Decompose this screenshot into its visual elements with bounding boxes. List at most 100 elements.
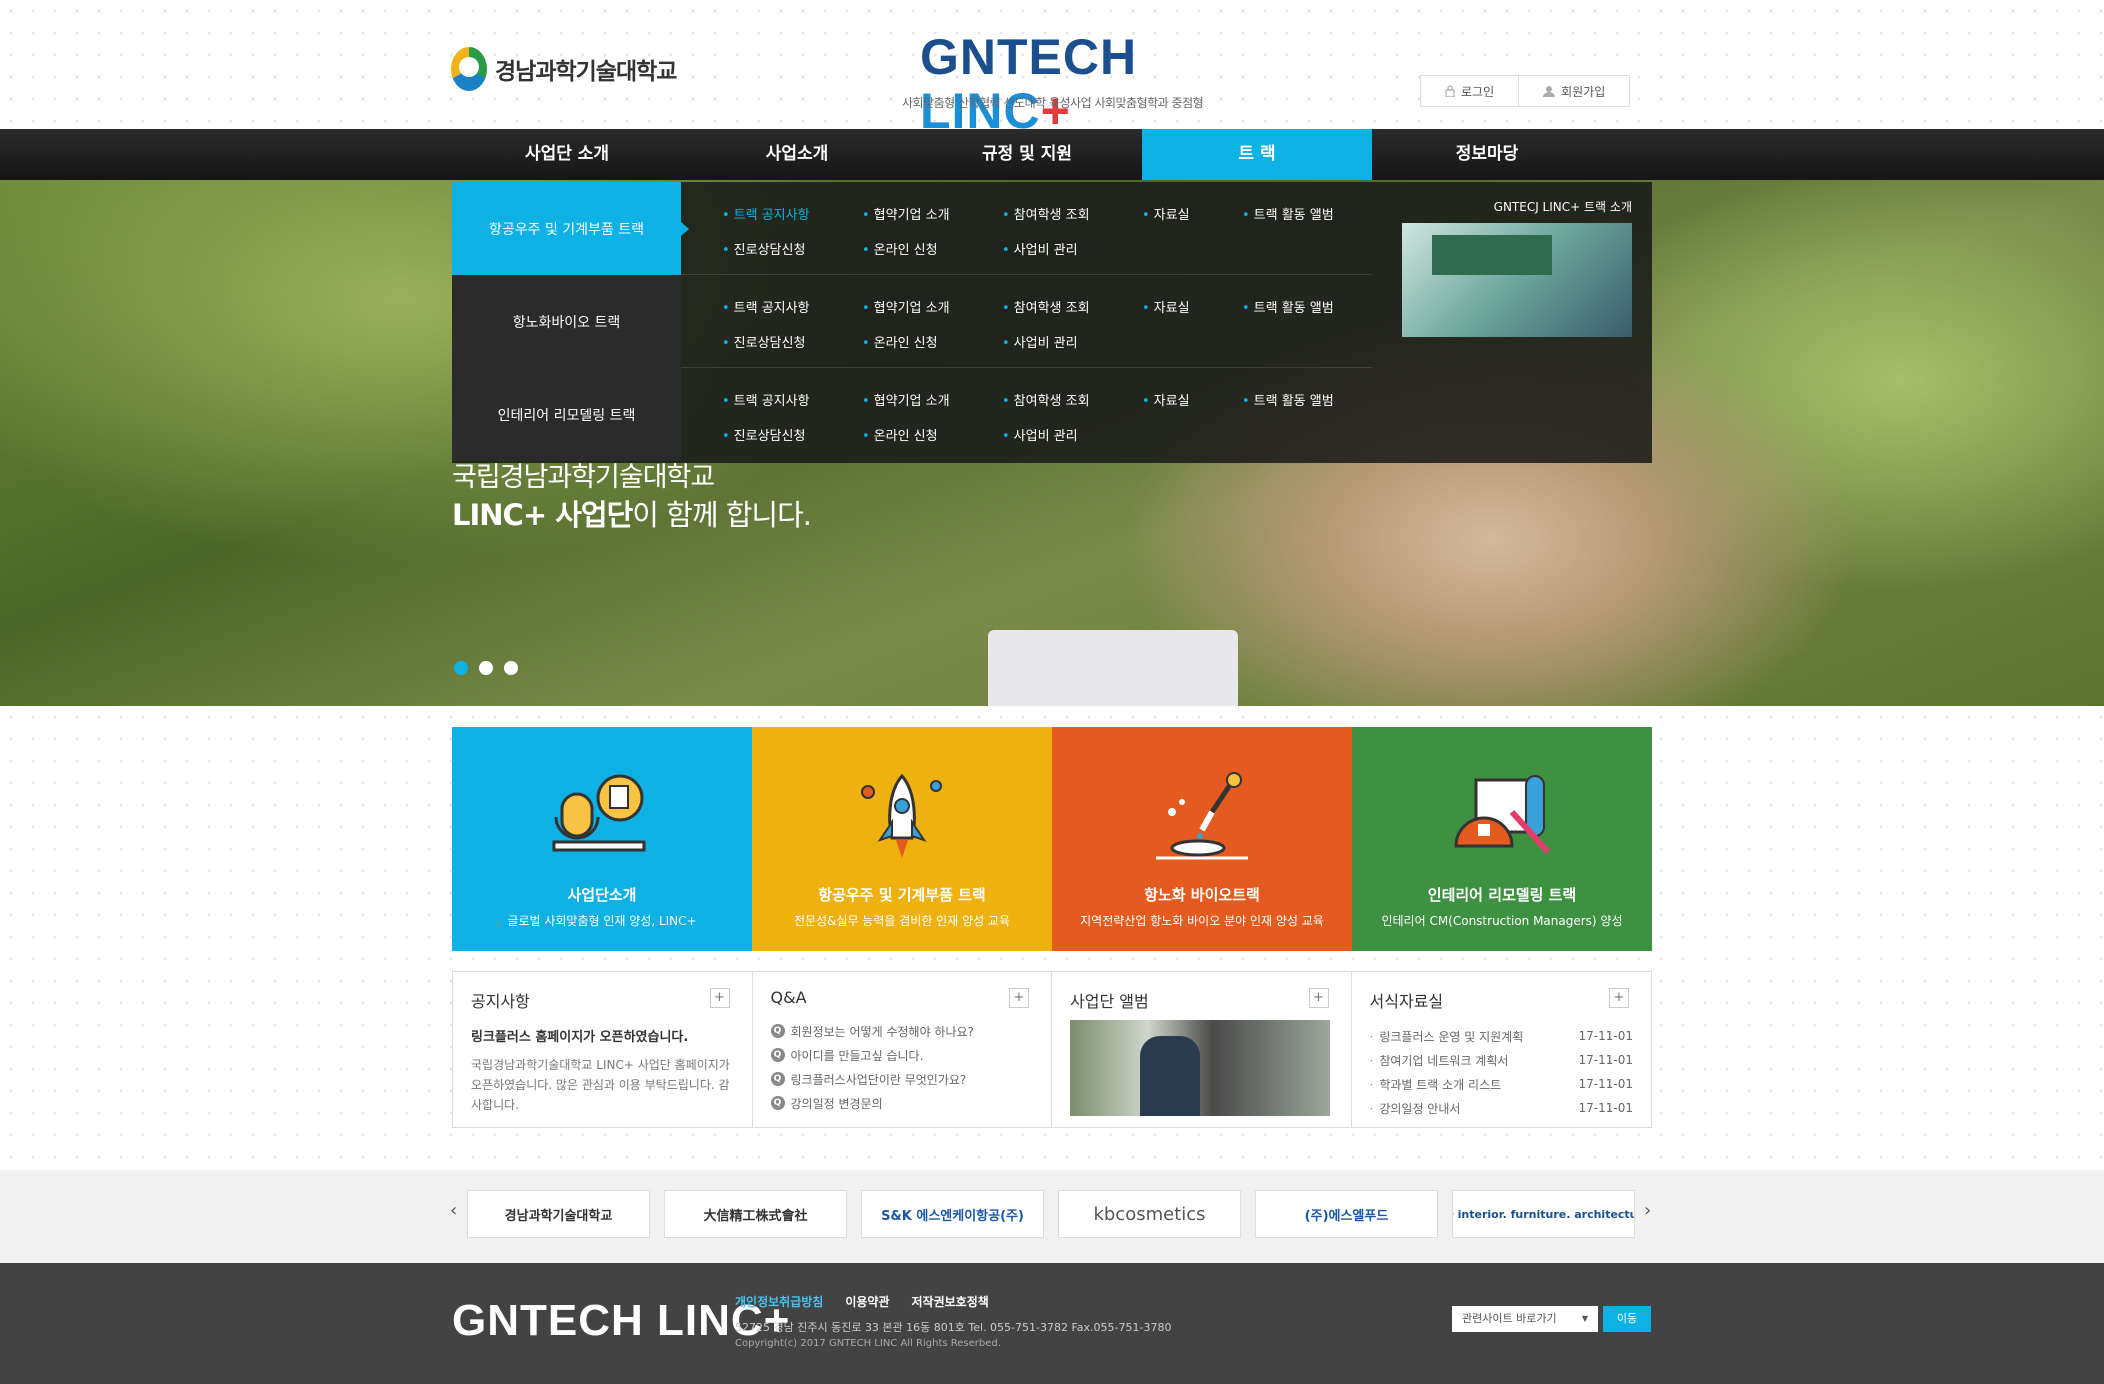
slider-dot-2[interactable] [479,661,493,675]
hero-line2-rest: 이 함께 합니다. [632,498,812,532]
brand-logo[interactable]: GNTECH LINC+ [920,30,1190,138]
qa-item-text: 아이디를 만들고싶 습니다. [790,1048,924,1063]
mega-link[interactable]: 참여학생 조회 [1002,390,1142,409]
notice-headline[interactable]: 링크플러스 홈페이지가 오픈하였습니다. [471,1026,734,1045]
more-button[interactable]: + [1009,988,1029,1008]
mega-link[interactable]: 자료실 [1142,297,1242,316]
nav-item-business[interactable]: 사업소개 [682,129,912,180]
microphone-document-icon [552,774,646,852]
list-item[interactable]: Q 회원정보는 어떻게 수정해야 하나요? [770,1019,1034,1043]
partner-logo[interactable]: ZIO interior. furniture. architecture. [1452,1190,1635,1238]
partner-logo[interactable]: 大信精工株式會社 [664,1190,847,1238]
track-mega-menu: 항공우주 및 기계부품 트랙 트랙 공지사항 협약기업 소개 참여학생 조회 자… [452,182,1652,463]
quick-box-desc: 인테리어 CM(Construction Managers) 양성 [1381,914,1623,928]
mega-link[interactable]: 사업비 관리 [1002,332,1142,351]
album-photo[interactable] [1070,1020,1330,1116]
mega-link[interactable]: 참여학생 조회 [1002,204,1142,223]
copyright-policy-link[interactable]: 저작권보호정책 [912,1293,989,1310]
login-link[interactable]: 로그인 [1421,76,1518,106]
question-icon: Q [770,1072,785,1086]
partner-logo[interactable]: S&K 에스엔케이항공(주) [861,1190,1044,1238]
quick-box-desc: 글로벌 사회맞춤형 인재 양성, LINC+ [507,914,697,928]
mega-link[interactable]: 사업비 관리 [1002,239,1142,258]
file-date: 17-11-01 [1578,1101,1633,1115]
mega-link[interactable]: 온라인 신청 [862,332,1002,351]
file-name: 참여기업 네트워크 계획서 [1370,1052,1508,1069]
signup-label: 회원가입 [1561,84,1606,99]
slider-pagination [454,661,518,675]
related-sites-select[interactable]: 관련사이트 바로가기 [1452,1306,1598,1332]
university-emblem-icon [451,47,487,91]
brand-subtitle: 사회맞춤형 산학협력 선도대학 육성사업 사회맞춤형학과 중점형 [902,96,1204,110]
slider-dot-3[interactable] [504,661,518,675]
mega-link[interactable]: 협약기업 소개 [862,390,1002,409]
mega-link[interactable]: 온라인 신청 [862,239,1002,258]
signup-link[interactable]: 회원가입 [1518,76,1629,106]
mega-link[interactable]: 진로상담신청 [722,239,862,258]
mega-link[interactable]: 트랙 활동 앨범 [1242,297,1372,316]
more-button[interactable]: + [1609,988,1629,1008]
mega-track-name[interactable]: 항공우주 및 기계부품 트랙 [452,182,689,275]
more-button[interactable]: + [709,988,730,1008]
mega-track-name[interactable]: 인테리어 리모델링 트랙 [452,368,681,461]
university-logo[interactable]: 경남과학기술대학교 [451,47,677,91]
terms-link[interactable]: 이용약관 [845,1293,889,1310]
list-item[interactable]: 참여기업 네트워크 계획서 17-11-01 [1370,1048,1633,1072]
board-title: 사업단 앨범 [1070,992,1149,1011]
mega-link[interactable]: 참여학생 조회 [1002,297,1142,316]
nav-item-rules[interactable]: 규정 및 지원 [912,129,1142,180]
nav-item-track[interactable]: 트 랙 [1142,129,1372,180]
mega-link[interactable]: 자료실 [1142,390,1242,409]
partner-list: 경남과학기술대학교 大信精工株式會社 S&K 에스엔케이항공(주) kbcosm… [467,1190,1635,1238]
mega-link[interactable]: 사업비 관리 [1002,425,1142,444]
qa-board: Q&A + Q 회원정보는 어떻게 수정해야 하나요? Q 아이디를 만들고싶 습니… [753,972,1052,1127]
mega-link[interactable]: 트랙 활동 앨범 [1242,390,1372,409]
quick-box-interior[interactable]: 인테리어 리모델링 트랙 인테리어 CM(Construction Manage… [1352,727,1652,951]
notice-body[interactable]: 국립경남과학기술대학교 LINC+ 사업단 홈페이지가 오픈하였습니다. 많은 … [471,1055,734,1115]
mega-link[interactable]: 트랙 공지사항 [722,390,862,409]
nav-item-about[interactable]: 사업단 소개 [452,129,682,180]
rocket-icon [861,773,942,858]
list-item[interactable]: 강의일정 안내서 17-11-01 [1370,1096,1633,1120]
list-item[interactable]: Q 링크플러스사업단이란 무엇인가요? [770,1067,1034,1091]
footer-address: 52725 경남 진주시 동진로 33 본관 16동 801호 Tel. 055… [735,1321,1172,1334]
file-name: 학과별 트랙 소개 리스트 [1370,1076,1501,1093]
go-button[interactable]: 이동 [1603,1306,1651,1332]
mega-link[interactable]: 온라인 신청 [862,425,1002,444]
dropper-petri-dish-icon [1156,772,1248,860]
partner-banner: ‹ 경남과학기술대학교 大信精工株式會社 S&K 에스엔케이항공(주) kbco… [0,1170,2104,1263]
mega-link[interactable]: 진로상담신청 [722,332,862,351]
board-title: Q&A [770,988,807,1007]
footer-copyright: Copyright(c) 2017 GNTECH LINC All Rights… [735,1338,1001,1349]
university-logo-text: 경남과학기술대학교 [495,59,677,85]
header: 경남과학기술대학교 GNTECH LINC+ 사회맞춤형 산학협력 선도대학 육… [0,0,2104,138]
list-item[interactable]: 링크플러스 운영 및 지원계획 17-11-01 [1370,1024,1633,1048]
partner-logo[interactable]: (주)에스엘푸드 [1255,1190,1438,1238]
list-item[interactable]: Q 강의일정 변경문의 [770,1091,1034,1115]
album-board: 사업단 앨범 + [1052,972,1352,1127]
mega-link[interactable]: 자료실 [1142,204,1242,223]
mega-link[interactable]: 진로상담신청 [722,425,862,444]
mega-link[interactable]: 협약기업 소개 [862,297,1002,316]
mega-link[interactable]: 트랙 활동 앨범 [1242,204,1372,223]
chevron-left-icon[interactable]: ‹ [450,1200,457,1221]
mega-link[interactable]: 트랙 공지사항 [722,204,862,223]
quick-box-bio[interactable]: 항노화 바이오트랙 지역전략산업 항노화 바이오 분야 인재 양성 교육 [1052,727,1352,951]
slider-dot-1[interactable] [454,661,468,675]
quick-box-aerospace[interactable]: 항공우주 및 기계부품 트랙 전문성&실무 능력을 겸비한 인재 양성 교육 [752,727,1052,951]
list-item[interactable]: 학과별 트랙 소개 리스트 17-11-01 [1370,1072,1633,1096]
mega-track-intro[interactable]: GNTECJ LINC+ 트랙 소개 [1402,198,1632,337]
qa-item-text: 강의일정 변경문의 [790,1096,883,1111]
more-button[interactable]: + [1308,988,1329,1008]
quick-box-desc: 전문성&실무 능력을 겸비한 인재 양성 교육 [793,914,1011,928]
quick-box-about[interactable]: 사업단소개 글로벌 사회맞춤형 인재 양성, LINC+ [452,727,752,951]
mega-link[interactable]: 협약기업 소개 [862,204,1002,223]
partner-logo[interactable]: 경남과학기술대학교 [467,1190,650,1238]
mega-link[interactable]: 트랙 공지사항 [722,297,862,316]
mega-track-name[interactable]: 항노화바이오 트랙 [452,275,681,368]
partner-logo[interactable]: kbcosmetics [1058,1190,1241,1238]
nav-item-info[interactable]: 정보마당 [1372,129,1602,180]
privacy-policy-link[interactable]: 개인정보취급방침 [735,1293,823,1310]
chevron-right-icon[interactable]: › [1644,1200,1651,1221]
list-item[interactable]: Q 아이디를 만들고싶 습니다. [770,1043,1034,1067]
